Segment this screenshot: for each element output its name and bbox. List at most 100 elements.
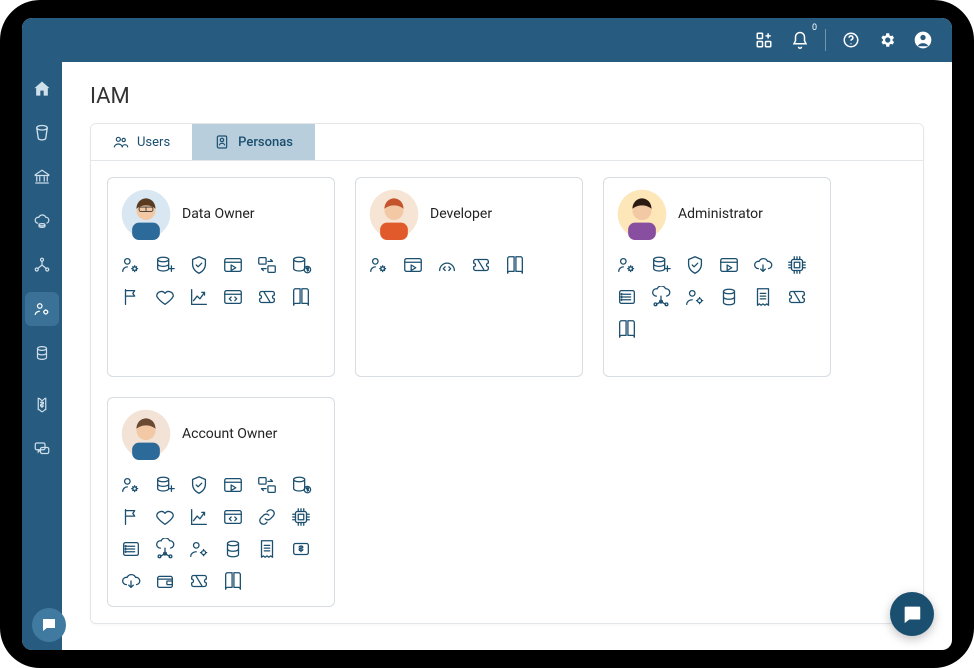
device-frame: 0 <box>0 0 974 668</box>
user-cog-icon[interactable] <box>188 538 210 560</box>
sidebar-item-db[interactable] <box>25 336 59 370</box>
persona-card[interactable]: Administrator <box>603 177 831 377</box>
receipt-icon[interactable] <box>256 538 278 560</box>
tabs: Users Personas <box>91 124 923 161</box>
list-icon[interactable] <box>120 538 142 560</box>
shield-icon[interactable] <box>188 254 210 276</box>
book-icon[interactable] <box>616 318 638 340</box>
user-cog-icon[interactable] <box>684 286 706 308</box>
play-window-icon[interactable] <box>402 254 424 276</box>
intercom-launcher[interactable] <box>890 592 934 636</box>
db-plus-icon[interactable] <box>154 254 176 276</box>
db-plus-icon[interactable] <box>154 474 176 496</box>
ability-grid <box>616 254 818 340</box>
heart-icon[interactable] <box>154 286 176 308</box>
play-window-icon[interactable] <box>222 474 244 496</box>
screen: 0 <box>22 18 952 650</box>
users-icon <box>113 134 129 150</box>
db-icon[interactable] <box>718 286 740 308</box>
money-box-icon[interactable] <box>290 538 312 560</box>
sidebar-item-bucket[interactable] <box>25 116 59 150</box>
notifications-count: 0 <box>812 23 817 33</box>
cloud-down-icon[interactable] <box>752 254 774 276</box>
transfer-icon[interactable] <box>256 254 278 276</box>
help-icon[interactable] <box>836 25 866 55</box>
gear-icon[interactable] <box>872 25 902 55</box>
db-money-icon[interactable] <box>290 254 312 276</box>
play-window-icon[interactable] <box>222 254 244 276</box>
db-plus-icon[interactable] <box>650 254 672 276</box>
shield-icon[interactable] <box>684 254 706 276</box>
ticket-icon[interactable] <box>470 254 492 276</box>
db-icon[interactable] <box>222 538 244 560</box>
apps-icon[interactable] <box>749 25 779 55</box>
link-icon[interactable] <box>256 506 278 528</box>
main: IAM Users Personas <box>62 62 952 650</box>
persona-cards: Data Owner Developer Administrator Accou… <box>91 161 923 623</box>
tab-personas[interactable]: Personas <box>192 124 315 160</box>
sidebar <box>22 62 62 650</box>
book-icon[interactable] <box>290 286 312 308</box>
sidebar-item-bank[interactable] <box>25 160 59 194</box>
cloud-net-icon[interactable] <box>154 538 176 560</box>
iam-panel: Users Personas Data Owner Developer <box>90 123 924 624</box>
code-window-icon[interactable] <box>222 506 244 528</box>
badge-icon <box>214 134 230 150</box>
sidebar-item-chat[interactable] <box>25 432 59 466</box>
wallet-icon[interactable] <box>154 570 176 592</box>
code-window-icon[interactable] <box>222 286 244 308</box>
ticket-icon[interactable] <box>256 286 278 308</box>
chat-fab[interactable] <box>32 608 66 642</box>
heart-icon[interactable] <box>154 506 176 528</box>
tab-users[interactable]: Users <box>91 124 192 160</box>
db-money-icon[interactable] <box>290 474 312 496</box>
user-gear-icon[interactable] <box>616 254 638 276</box>
book-icon[interactable] <box>504 254 526 276</box>
shield-icon[interactable] <box>188 474 210 496</box>
play-window-icon[interactable] <box>718 254 740 276</box>
chart-up-icon[interactable] <box>188 286 210 308</box>
ability-grid <box>368 254 570 276</box>
account-icon[interactable] <box>908 25 938 55</box>
sidebar-item-home[interactable] <box>25 72 59 106</box>
sidebar-item-billing[interactable] <box>25 388 59 422</box>
persona-card[interactable]: Account Owner <box>107 397 335 607</box>
book-icon[interactable] <box>222 570 244 592</box>
flag-icon[interactable] <box>120 506 142 528</box>
ticket-icon[interactable] <box>188 570 210 592</box>
tab-personas-label: Personas <box>238 135 293 150</box>
chip-icon[interactable] <box>290 506 312 528</box>
receipt-icon[interactable] <box>752 286 774 308</box>
flag-icon[interactable] <box>120 286 142 308</box>
chart-up-icon[interactable] <box>188 506 210 528</box>
cloud-net-icon[interactable] <box>650 286 672 308</box>
user-gear-icon[interactable] <box>120 254 142 276</box>
tab-users-label: Users <box>137 135 170 150</box>
cloud-down-icon[interactable] <box>120 570 142 592</box>
list-icon[interactable] <box>616 286 638 308</box>
persona-card[interactable]: Data Owner <box>107 177 335 377</box>
ability-grid <box>120 474 322 592</box>
persona-card-header: Account Owner <box>120 408 322 460</box>
sidebar-item-iam[interactable] <box>25 292 59 326</box>
persona-avatar <box>616 188 668 240</box>
ticket-icon[interactable] <box>786 286 808 308</box>
persona-name: Account Owner <box>182 426 277 442</box>
persona-name: Administrator <box>678 206 763 222</box>
persona-name: Data Owner <box>182 206 255 222</box>
user-gear-icon[interactable] <box>120 474 142 496</box>
code-arch-icon[interactable] <box>436 254 458 276</box>
persona-name: Developer <box>430 206 492 222</box>
topbar-divider <box>825 29 826 51</box>
sidebar-item-network[interactable] <box>25 248 59 282</box>
user-gear-icon[interactable] <box>368 254 390 276</box>
persona-card-header: Administrator <box>616 188 818 240</box>
persona-card[interactable]: Developer <box>355 177 583 377</box>
sidebar-item-cloud-db[interactable] <box>25 204 59 238</box>
topbar: 0 <box>22 18 952 62</box>
chip-icon[interactable] <box>786 254 808 276</box>
notifications-icon[interactable]: 0 <box>785 25 815 55</box>
persona-card-header: Developer <box>368 188 570 240</box>
transfer-icon[interactable] <box>256 474 278 496</box>
persona-avatar <box>368 188 420 240</box>
